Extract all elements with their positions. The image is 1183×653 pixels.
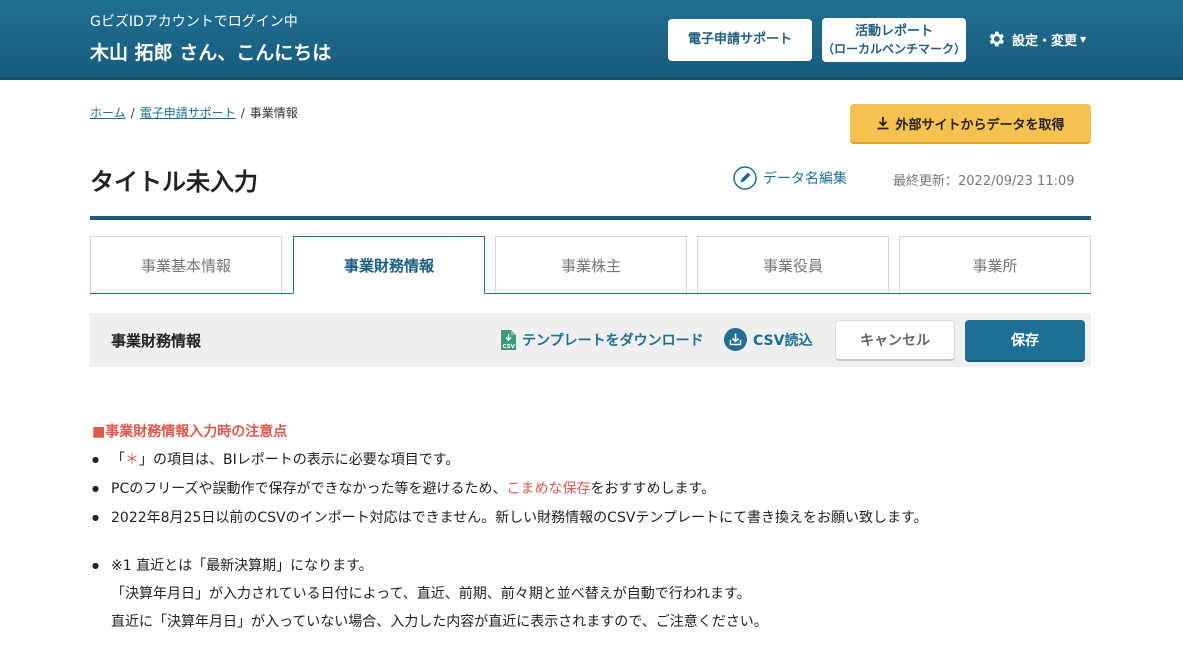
- template-download-label: テンプレートをダウンロード: [522, 333, 704, 349]
- csv-file-icon: CSV: [501, 330, 516, 350]
- tab-label: 事業財務情報: [343, 256, 434, 275]
- note-text: をおすすめします。: [590, 481, 716, 497]
- tab-offices[interactable]: 事業所: [899, 236, 1091, 293]
- tab-business-financial-info[interactable]: 事業財務情報: [293, 236, 485, 294]
- svg-text:CSV: CSV: [503, 344, 516, 350]
- cancel-button[interactable]: キャンセル: [835, 320, 955, 361]
- app-header: GビズIDアカウントでログイン中 木山 拓郎 さん、こんにちは 電子申請サポート…: [0, 0, 1183, 80]
- template-download-button[interactable]: CSV テンプレートをダウンロード: [500, 329, 704, 351]
- note-text: PCのフリーズや誤動作で保存ができなかった等を避けるため、: [111, 481, 507, 497]
- csv-import-button[interactable]: CSV読込: [724, 328, 812, 351]
- note-line: 「決算年月日」が入力されている日付によって、直近、前期、前々期と並べ替えが自動で…: [111, 586, 751, 602]
- save-button[interactable]: 保存: [965, 320, 1085, 362]
- settings-menu[interactable]: 設定・変更 ▼: [986, 29, 1086, 49]
- tabs-baseline: [90, 293, 1091, 294]
- note-text: 」の項目は、BIレポートの表示に必要な項目です。: [139, 452, 460, 468]
- section-toolbar: 事業財務情報 CSV テンプレートをダウンロード CSV読込 キャンセル 保存: [90, 313, 1091, 367]
- note-csv-compatibility: 2022年8月25日以前のCSVのインポート対応はできません。新しい財務情報のC…: [92, 508, 928, 537]
- required-mark: ＊: [125, 452, 139, 468]
- note-text: 2022年8月25日以前のCSVのインポート対応はできません。新しい財務情報のC…: [111, 510, 928, 526]
- tab-officers[interactable]: 事業役員: [697, 236, 889, 293]
- breadcrumb-separator: /: [130, 106, 135, 120]
- csv-import-icon: [724, 328, 747, 351]
- notes-list: 「＊」の項目は、BIレポートの表示に必要な項目です。 PCのフリーズや誤動作で保…: [92, 450, 928, 537]
- edit-name-label: データ名編集: [763, 171, 847, 187]
- breadcrumb-home-link[interactable]: ホーム: [90, 106, 126, 120]
- note-required-fields: 「＊」の項目は、BIレポートの表示に必要な項目です。: [92, 450, 928, 479]
- breadcrumb-current: 事業情報: [249, 106, 298, 120]
- section-title: 事業財務情報: [111, 332, 202, 350]
- breadcrumb-support-link[interactable]: 電子申請サポート: [140, 106, 236, 120]
- tab-label: 事業基本情報: [140, 256, 231, 275]
- section-tabs: 事業基本情報 事業財務情報 事業株主 事業役員 事業所: [90, 236, 1091, 294]
- breadcrumb-separator: /: [240, 106, 245, 120]
- support-button-label: 電子申請サポート: [687, 32, 792, 48]
- tab-label: 事業株主: [560, 256, 621, 275]
- csv-import-label: CSV読込: [753, 332, 813, 349]
- note-frequent-save: PCのフリーズや誤動作で保存ができなかった等を避けるため、こまめな保存をおすすめ…: [92, 479, 928, 508]
- report-button-sublabel: （ローカルベンチマーク）: [822, 41, 967, 56]
- note-line: ※1 直近とは「最新決算期」になります。: [111, 558, 373, 574]
- breadcrumb: ホーム / 電子申請サポート / 事業情報: [90, 104, 298, 121]
- pencil-icon: [733, 166, 757, 190]
- download-icon: [877, 117, 889, 130]
- note-text: 「: [111, 452, 125, 468]
- tab-business-basic-info[interactable]: 事業基本情報: [90, 236, 282, 293]
- tab-shareholders[interactable]: 事業株主: [495, 236, 687, 293]
- tab-label: 事業役員: [762, 256, 823, 275]
- gear-icon: [989, 31, 1004, 47]
- note-line: 直近に「決算年月日」が入っていない場合、入力した内容が直近に表示されますので、ご…: [111, 614, 768, 630]
- e-application-support-button[interactable]: 電子申請サポート: [668, 19, 812, 61]
- fetch-external-data-button[interactable]: 外部サイトからデータを取得: [850, 104, 1091, 144]
- report-button-label: 活動レポート: [854, 24, 933, 40]
- login-status: GビズIDアカウントでログイン中: [90, 14, 298, 30]
- fetch-button-label: 外部サイトからデータを取得: [895, 117, 1065, 133]
- activity-report-button[interactable]: 活動レポート （ローカルベンチマーク）: [822, 18, 966, 62]
- settings-label: 設定・変更: [1012, 33, 1078, 49]
- title-divider: [90, 216, 1091, 220]
- caret-down-icon: ▼: [1080, 34, 1087, 44]
- last-updated-timestamp: 最終更新：2022/09/23 11:09: [893, 174, 1075, 189]
- save-button-label: 保存: [1011, 333, 1039, 349]
- edit-data-name-button[interactable]: データ名編集: [733, 166, 847, 190]
- tab-label: 事業所: [972, 256, 1018, 275]
- page-title: タイトル未入力: [90, 168, 258, 196]
- note-latest-period: ※1 直近とは「最新決算期」になります。 「決算年月日」が入力されている日付によ…: [92, 556, 768, 640]
- cancel-button-label: キャンセル: [860, 333, 930, 349]
- user-greeting: 木山 拓郎 さん、こんにちは: [90, 42, 332, 64]
- highlight-text: こまめな保存: [506, 481, 591, 497]
- notes-heading: ■事業財務情報入力時の注意点: [92, 424, 288, 440]
